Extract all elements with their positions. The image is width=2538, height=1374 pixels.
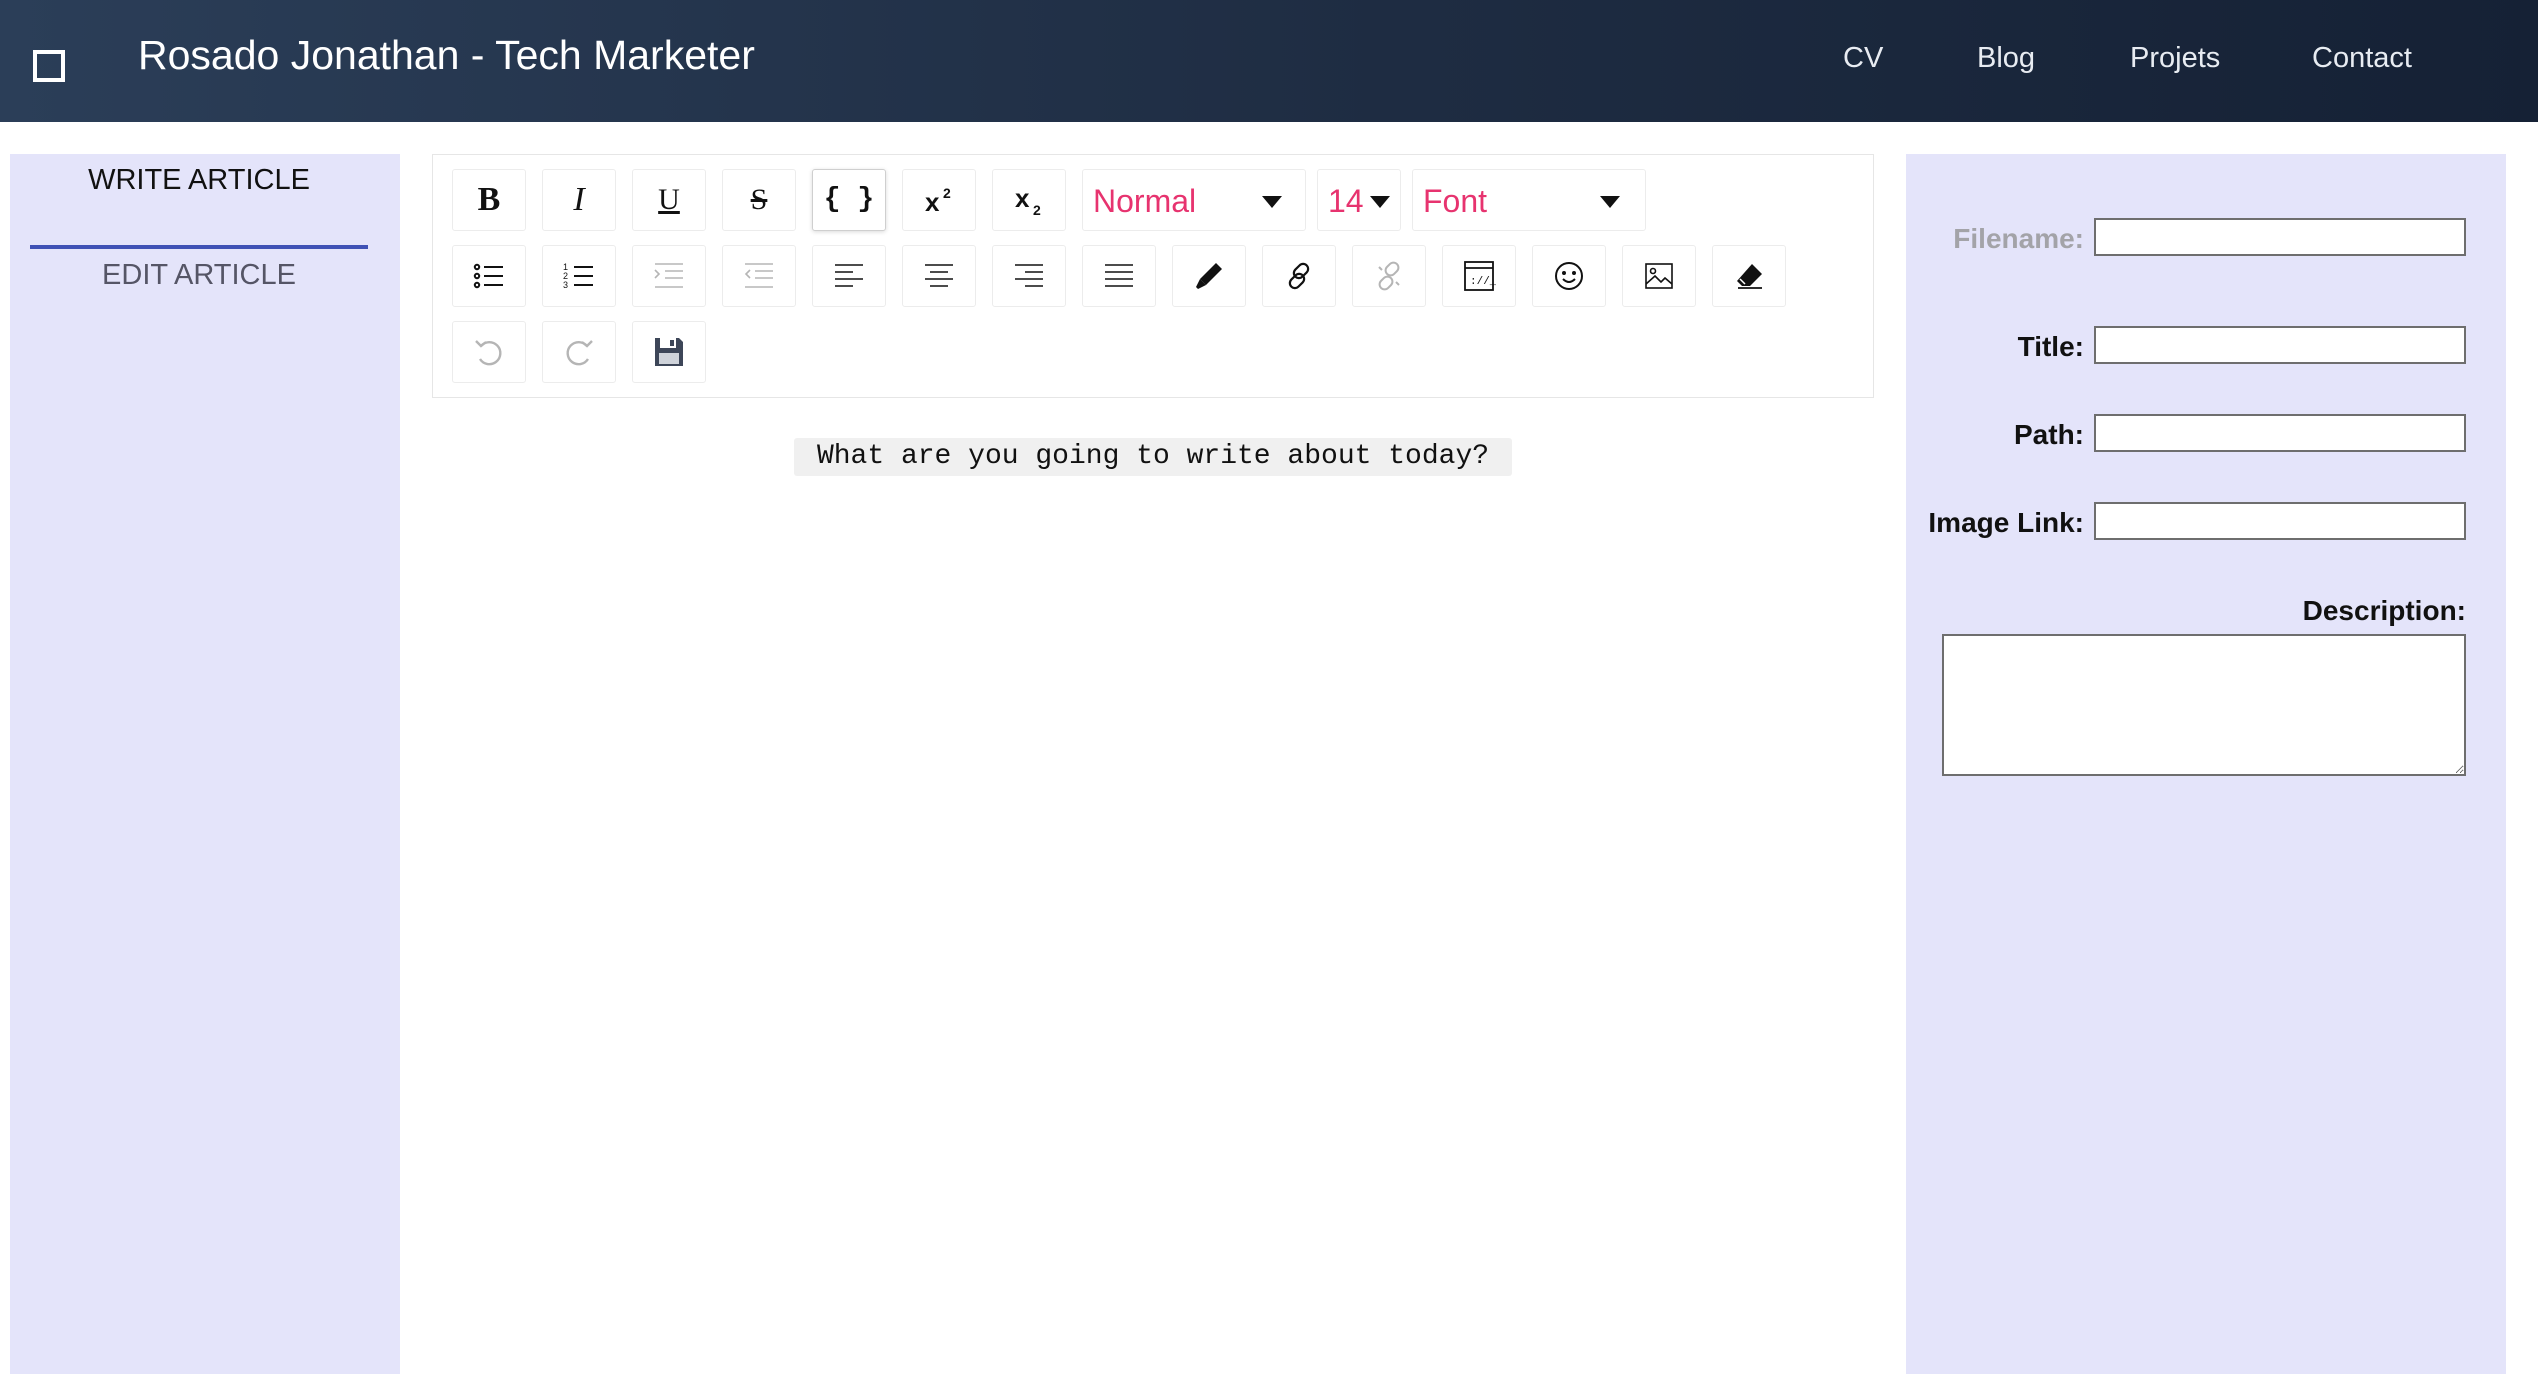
chevron-down-icon	[1600, 196, 1620, 208]
strikethrough-icon: S	[750, 183, 768, 216]
italic-button[interactable]: I	[542, 169, 616, 231]
editor-placeholder[interactable]: What are you going to write about today?	[794, 438, 1512, 476]
tab-write-article[interactable]: WRITE ARTICLE	[30, 160, 368, 200]
block-type-value: Normal	[1093, 183, 1197, 219]
title-input[interactable]	[2094, 326, 2466, 364]
strikethrough-button[interactable]: S	[722, 169, 796, 231]
font-family-value: Font	[1423, 183, 1488, 219]
chevron-down-icon	[1370, 196, 1390, 208]
code-block-icon: { }	[823, 184, 875, 215]
filename-label: Filename:	[1953, 223, 2084, 254]
site-title[interactable]: Rosado Jonathan - Tech Marketer	[138, 30, 755, 80]
subscript-icon: x 2	[1015, 183, 1041, 217]
nav-link-blog[interactable]: Blog	[1977, 38, 2035, 78]
image-link-label: Image Link:	[1928, 507, 2084, 538]
code-block-button[interactable]: { }	[812, 169, 886, 231]
tab-edit-article[interactable]: EDIT ARTICLE	[30, 255, 368, 295]
color-picker-icon	[1196, 263, 1222, 289]
subscript-button[interactable]: x 2	[992, 169, 1066, 231]
justify-button[interactable]	[1082, 245, 1156, 307]
description-textarea[interactable]	[1942, 634, 2466, 776]
svg-text:2: 2	[943, 185, 951, 201]
superscript-button[interactable]: x 2	[902, 169, 976, 231]
svg-text:://_: ://_	[1470, 276, 1496, 288]
path-input[interactable]	[2094, 414, 2466, 452]
svg-text:3: 3	[563, 280, 568, 290]
redo-icon	[566, 340, 593, 366]
nav-link-contact[interactable]: Contact	[2312, 38, 2412, 78]
nav-link-cv[interactable]: CV	[1843, 38, 1883, 78]
nav-link-projets[interactable]: Projets	[2130, 38, 2220, 78]
image-icon	[1645, 263, 1673, 289]
indent-icon	[654, 263, 683, 288]
article-metadata-panel: Filename: Title: Path: Image Link: Descr…	[1906, 154, 2506, 1374]
link-icon	[1288, 262, 1310, 290]
eraser-icon	[1737, 264, 1762, 289]
save-button[interactable]	[632, 321, 706, 383]
image-button[interactable]	[1622, 245, 1696, 307]
undo-button[interactable]	[452, 321, 526, 383]
filename-input[interactable]	[2094, 218, 2466, 256]
active-tab-indicator	[30, 245, 368, 249]
image-link-input[interactable]	[2094, 502, 2466, 540]
align-center-button[interactable]	[902, 245, 976, 307]
chevron-down-icon	[1262, 196, 1282, 208]
italic-icon: I	[573, 181, 585, 218]
bulleted-list-icon	[473, 263, 503, 289]
bulleted-list-button[interactable]	[452, 245, 526, 307]
align-left-icon	[835, 264, 863, 287]
editor-toolbar: B I U S { } x 2 x 2 Normal 14 Font 1 2 3…	[432, 154, 1874, 398]
redo-button[interactable]	[542, 321, 616, 383]
menu-toggle-icon[interactable]	[33, 50, 65, 82]
svg-text:x: x	[925, 187, 940, 217]
bold-icon: B	[477, 181, 501, 218]
outdent-icon	[744, 263, 773, 288]
eraser-button[interactable]	[1712, 245, 1786, 307]
color-picker-button[interactable]	[1172, 245, 1246, 307]
superscript-icon: x 2	[925, 185, 951, 217]
underline-button[interactable]: U	[632, 169, 706, 231]
align-right-button[interactable]	[992, 245, 1066, 307]
title-label: Title:	[2017, 331, 2084, 362]
justify-icon	[1105, 264, 1133, 287]
font-size-dropdown[interactable]: 14	[1317, 169, 1401, 231]
undo-icon	[475, 340, 502, 366]
numbered-list-button[interactable]: 1 2 3	[542, 245, 616, 307]
save-icon	[655, 338, 683, 366]
top-navbar: Rosado Jonathan - Tech Marketer CV Blog …	[0, 0, 2538, 122]
emoji-icon	[1555, 262, 1583, 290]
path-label: Path:	[2014, 419, 2084, 450]
outdent-button[interactable]	[722, 245, 796, 307]
svg-text:x: x	[1015, 183, 1030, 213]
link-button[interactable]	[1262, 245, 1336, 307]
emoji-button[interactable]	[1532, 245, 1606, 307]
svg-text:2: 2	[1033, 202, 1041, 217]
align-center-icon	[925, 264, 953, 287]
font-size-value: 14	[1328, 183, 1364, 219]
bold-button[interactable]: B	[452, 169, 526, 231]
article-sidebar: WRITE ARTICLE EDIT ARTICLE	[10, 154, 400, 1374]
unlink-icon	[1378, 261, 1400, 291]
unlink-button[interactable]	[1352, 245, 1426, 307]
align-left-button[interactable]	[812, 245, 886, 307]
embed-button[interactable]: ://_	[1442, 245, 1516, 307]
font-family-dropdown[interactable]: Font	[1412, 169, 1646, 231]
indent-button[interactable]	[632, 245, 706, 307]
underline-icon: U	[658, 183, 680, 216]
description-label: Description:	[2302, 595, 2466, 626]
block-type-dropdown[interactable]: Normal	[1082, 169, 1306, 231]
align-right-icon	[1015, 264, 1043, 287]
numbered-list-icon: 1 2 3	[563, 262, 593, 290]
embed-icon: ://_	[1464, 261, 1496, 291]
